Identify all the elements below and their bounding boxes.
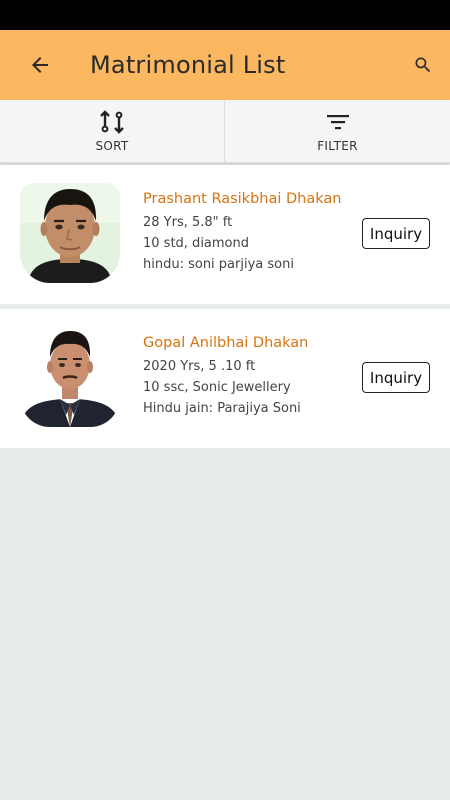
profile-name[interactable]: Prashant Rasikbhai Dhakan [143, 191, 341, 207]
inquiry-button[interactable]: Inquiry [362, 362, 430, 393]
back-button[interactable] [23, 48, 57, 82]
inquiry-button[interactable]: Inquiry [362, 218, 430, 249]
page-title: Matrimonial List [90, 51, 286, 79]
status-bar [0, 0, 450, 30]
profile-list: Prashant Rasikbhai Dhakan 28 Yrs, 5.8" f… [0, 165, 450, 453]
profile-name[interactable]: Gopal Anilbhai Dhakan [143, 335, 308, 351]
profile-info: Gopal Anilbhai Dhakan 2020 Yrs, 5 .10 ft… [143, 335, 308, 419]
profile-photo [20, 183, 120, 283]
arrow-left-icon [32, 57, 48, 73]
avatar [20, 327, 120, 427]
profile-education-occupation: 10 std, diamond [143, 236, 249, 251]
sort-filter-toolbar: SORT FILTER [0, 100, 450, 163]
filter-label: FILTER [317, 139, 358, 153]
profile-age-height: 2020 Yrs, 5 .10 ft [143, 359, 256, 374]
profile-age-height: 28 Yrs, 5.8" ft [143, 215, 233, 230]
profile-photo [20, 327, 120, 427]
profile-education-occupation: 10 ssc, Sonic Jewellery [143, 380, 291, 395]
profile-religion-caste: hindu: soni parjiya soni [143, 257, 294, 272]
sort-label: SORT [95, 139, 129, 153]
sort-button[interactable]: SORT [0, 100, 225, 162]
profile-religion-caste: Hindu jain: Parajiya Soni [143, 401, 301, 416]
filter-lines-icon [326, 115, 349, 130]
avatar [20, 183, 120, 283]
app-bar: Matrimonial List [0, 30, 450, 100]
filter-button[interactable]: FILTER [225, 100, 450, 162]
profile-card[interactable]: Prashant Rasikbhai Dhakan 28 Yrs, 5.8" f… [0, 165, 450, 304]
search-icon [415, 57, 431, 73]
swap-vertical-icon [100, 110, 124, 134]
search-button[interactable] [410, 52, 436, 78]
profile-card[interactable]: Gopal Anilbhai Dhakan 2020 Yrs, 5 .10 ft… [0, 309, 450, 448]
profile-info: Prashant Rasikbhai Dhakan 28 Yrs, 5.8" f… [143, 191, 341, 275]
